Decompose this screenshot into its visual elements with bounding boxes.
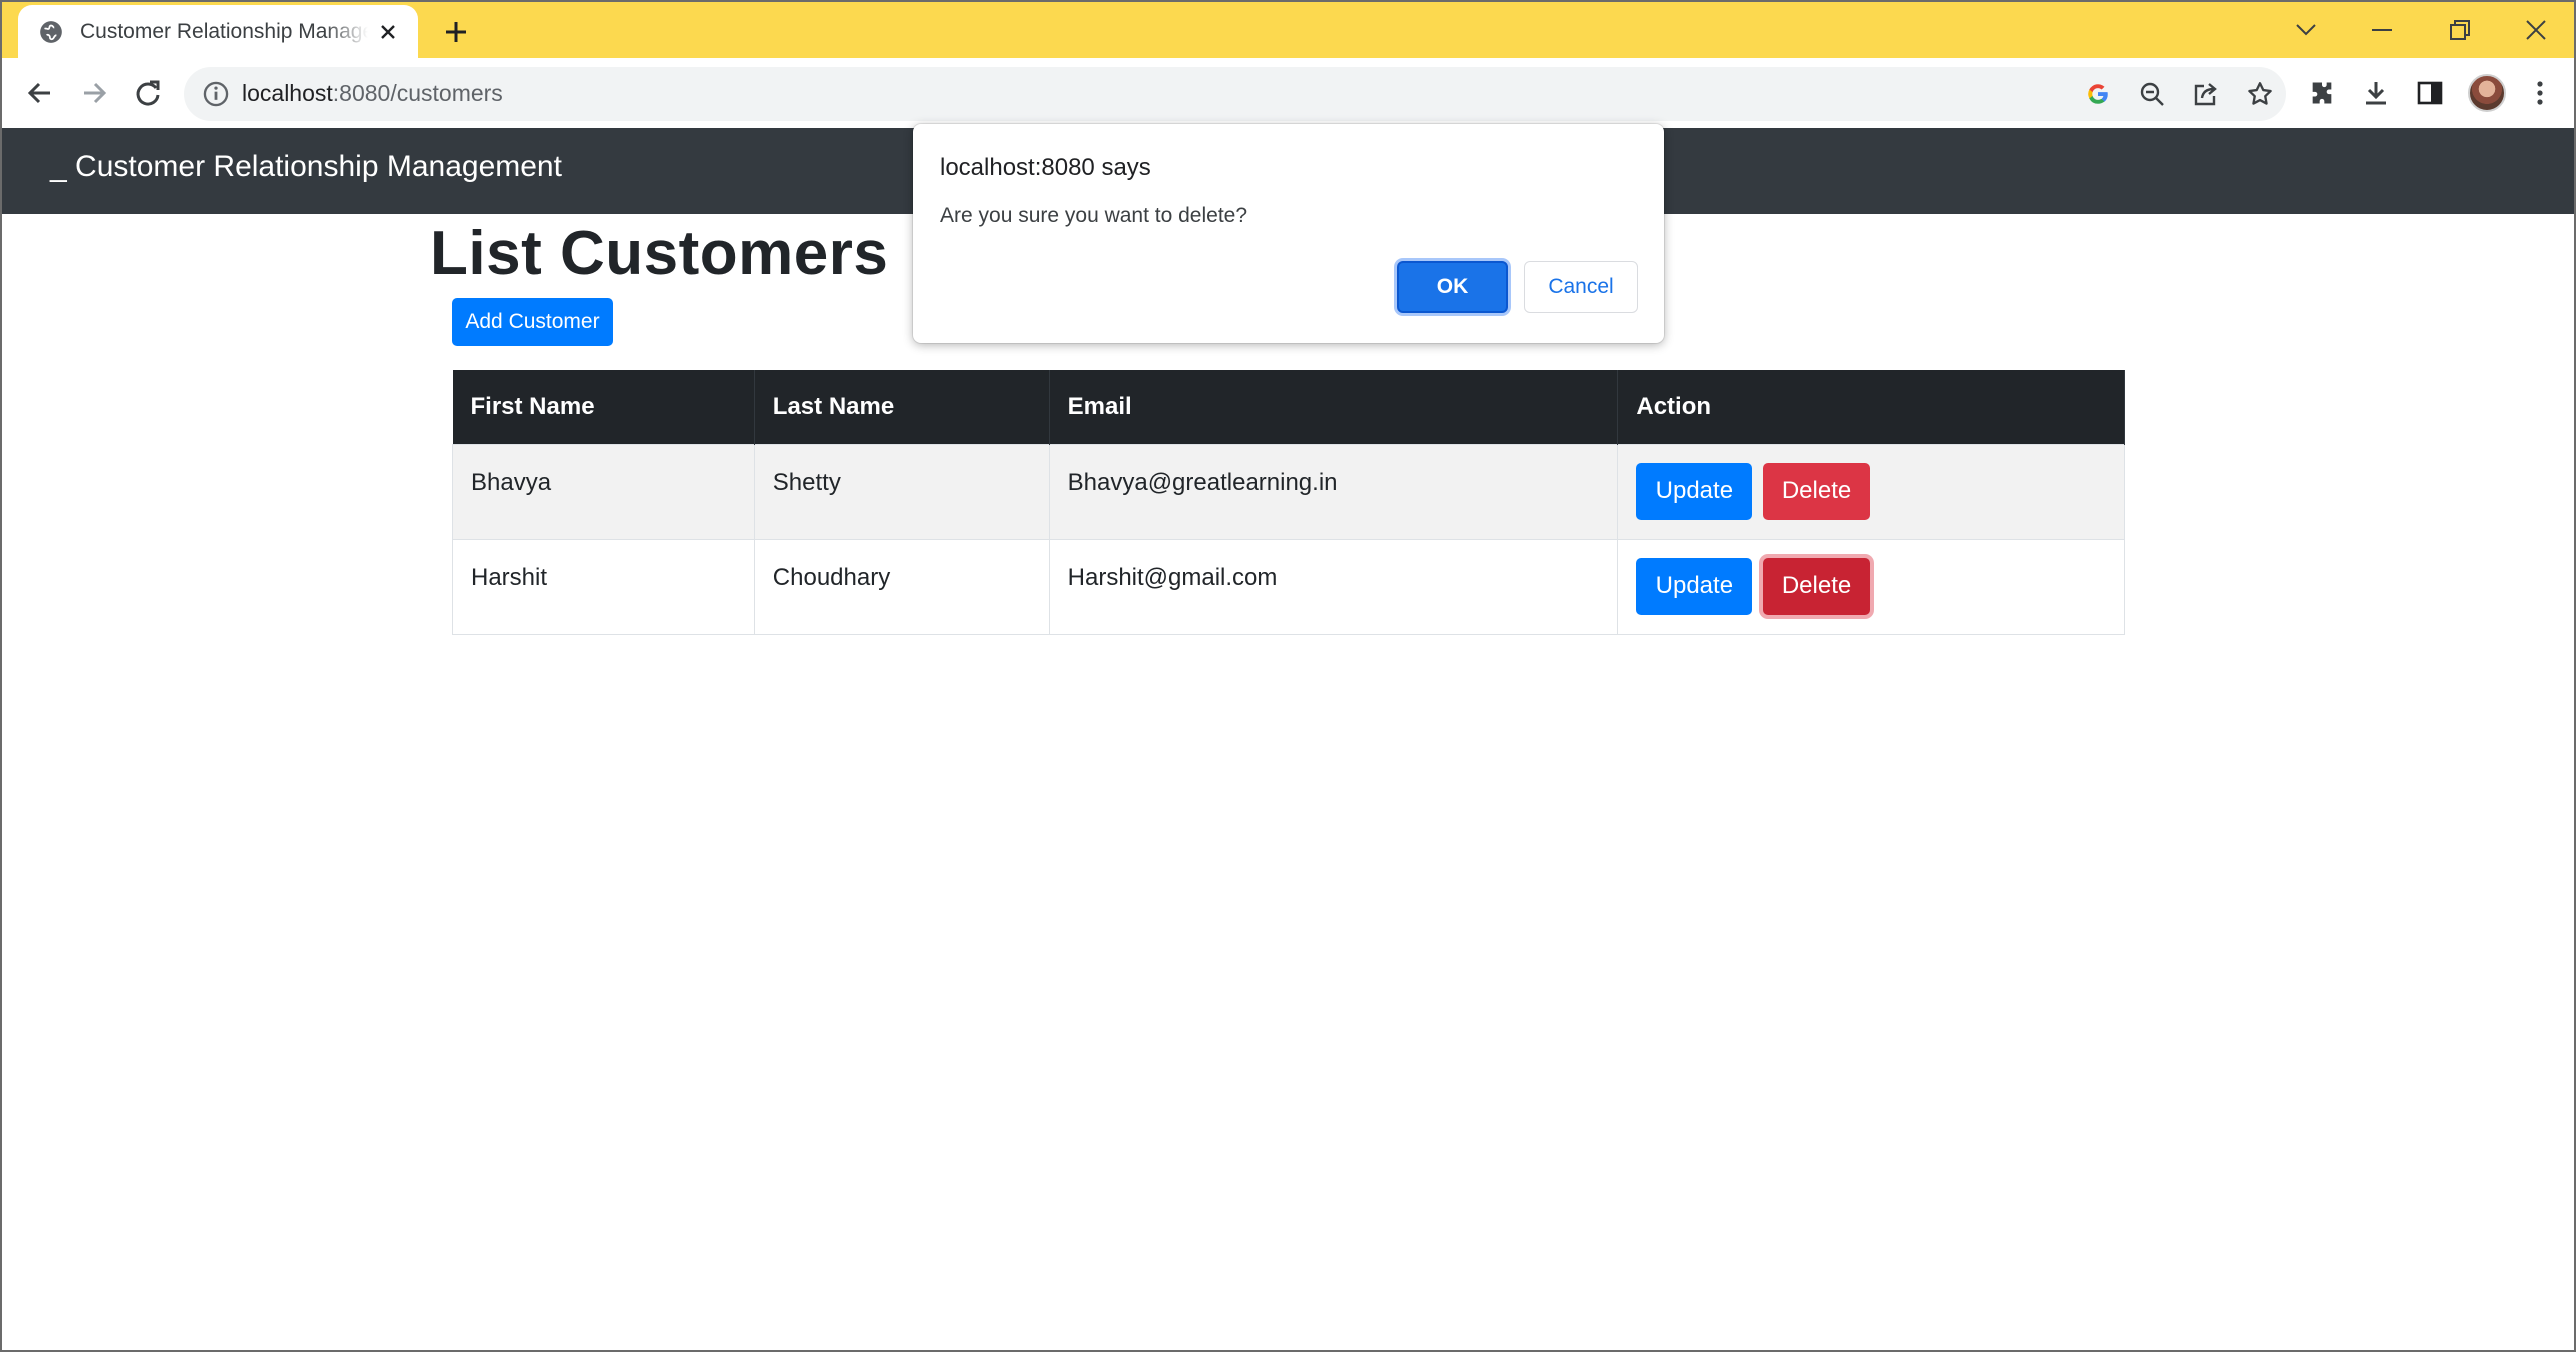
- header-action: Action: [1617, 370, 2125, 444]
- navbar-brand[interactable]: _ Customer Relationship Management: [50, 150, 562, 184]
- cell-actions: Update Delete: [1617, 443, 2125, 540]
- google-icon[interactable]: [2082, 78, 2114, 110]
- delete-button[interactable]: Delete: [1763, 557, 1871, 615]
- more-menu-icon[interactable]: [2522, 75, 2558, 111]
- tab-title: Customer Relationship Management: [80, 19, 368, 43]
- back-arrow-icon[interactable]: [20, 73, 60, 113]
- minimize-icon[interactable]: [2354, 10, 2410, 50]
- profile-avatar[interactable]: [2468, 74, 2506, 112]
- forward-arrow-icon[interactable]: [74, 73, 114, 113]
- update-button[interactable]: Update: [1636, 462, 1753, 520]
- cell-first-name: Harshit: [452, 538, 755, 635]
- dialog-message: Are you sure you want to delete?: [940, 204, 1248, 227]
- browser-tab[interactable]: Customer Relationship Management: [18, 5, 418, 58]
- extensions-icon[interactable]: [2304, 75, 2340, 111]
- download-icon[interactable]: [2358, 75, 2394, 111]
- add-customer-button[interactable]: Add Customer: [452, 298, 613, 346]
- customers-table: First Name Last Name Email Action Bhavya…: [452, 370, 2125, 635]
- cell-first-name: Bhavya: [452, 443, 755, 540]
- share-icon[interactable]: [2190, 78, 2222, 110]
- star-icon[interactable]: [2244, 78, 2276, 110]
- header-last-name: Last Name: [754, 370, 1050, 444]
- close-window-icon[interactable]: [2508, 10, 2564, 50]
- cell-last-name: Choudhary: [753, 538, 1050, 635]
- table-header-row: First Name Last Name Email Action: [452, 370, 2125, 444]
- delete-button[interactable]: Delete: [1763, 462, 1871, 520]
- header-email: Email: [1049, 370, 1619, 444]
- table-row: Bhavya Shetty Bhavya@greatlearning.in Up…: [452, 443, 2125, 540]
- side-panel-icon[interactable]: [2412, 75, 2448, 111]
- header-first-name: First Name: [452, 370, 755, 444]
- url-text[interactable]: localhost:8080/customers: [242, 80, 503, 107]
- cell-actions: Update Delete: [1617, 538, 2125, 635]
- chevron-down-icon[interactable]: [2278, 10, 2334, 50]
- table-row: Harshit Choudhary Harshit@gmail.com Upda…: [452, 538, 2125, 635]
- update-button[interactable]: Update: [1636, 557, 1753, 615]
- info-icon[interactable]: [202, 80, 230, 108]
- tab-close-icon[interactable]: [374, 18, 402, 46]
- reload-icon[interactable]: [128, 73, 168, 113]
- tab-strip: Customer Relationship Management: [2, 2, 2574, 58]
- dialog-cancel-button[interactable]: Cancel: [1524, 261, 1638, 313]
- restore-icon[interactable]: [2432, 10, 2488, 50]
- cell-email: Bhavya@greatlearning.in: [1048, 443, 1619, 540]
- page-title: List Customers: [430, 219, 889, 288]
- confirm-dialog: localhost:8080 says Are you sure you wan…: [913, 124, 1664, 343]
- zoom-out-icon[interactable]: [2136, 78, 2168, 110]
- browser-toolbar: localhost:8080/customers: [2, 58, 2574, 128]
- cell-last-name: Shetty: [753, 443, 1050, 540]
- new-tab-icon[interactable]: [440, 16, 472, 48]
- dialog-title: localhost:8080 says: [940, 154, 1151, 181]
- cell-email: Harshit@gmail.com: [1048, 538, 1619, 635]
- dialog-ok-button[interactable]: OK: [1397, 261, 1508, 313]
- address-bar[interactable]: localhost:8080/customers: [184, 67, 2286, 121]
- globe-icon: [40, 20, 62, 43]
